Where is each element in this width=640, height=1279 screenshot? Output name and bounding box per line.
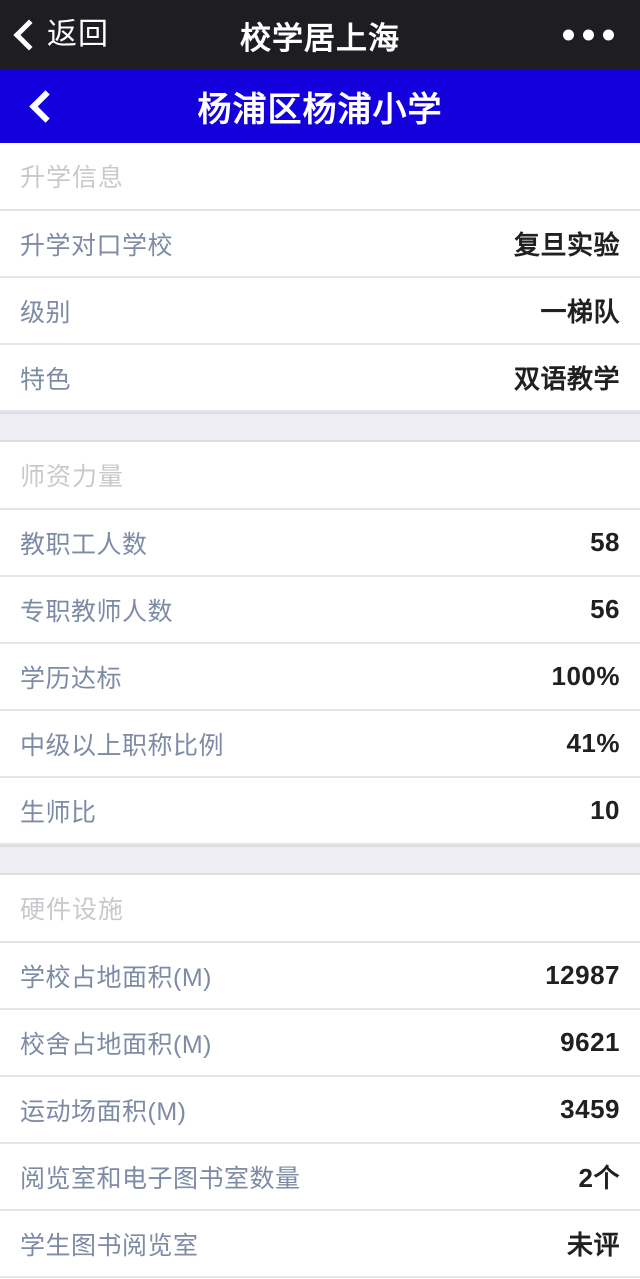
section-header: 硬件设施 [0,875,640,943]
dot-3 [603,29,614,41]
row-label: 级别 [20,298,72,327]
row-label: 升学对口学校 [20,231,174,260]
dot-1 [563,29,574,41]
row-label: 教职工人数 [20,530,148,559]
detail-row[interactable]: 学生图书阅览室 未评 [0,1211,640,1278]
detail-row[interactable]: 专职教师人数 56 [0,577,640,644]
detail-row[interactable]: 教职工人数 58 [0,510,640,577]
row-value: 9621 [560,1027,620,1057]
row-value: 100% [551,661,620,691]
browser-back-label: 返回 [47,18,109,51]
row-label: 学历达标 [20,664,123,693]
browser-back-button[interactable]: 返回 [0,18,109,51]
page-back-button[interactable] [0,70,86,143]
row-value: 2个 [578,1163,620,1193]
section-gap [0,845,640,875]
page-header-bar: 杨浦区杨浦小学 [0,70,640,143]
row-label: 校舍占地面积(M) [20,1030,212,1059]
detail-row[interactable]: 学校占地面积(M) 12987 [0,943,640,1010]
row-label: 中级以上职称比例 [20,731,225,760]
more-dots-icon[interactable] [563,29,614,41]
row-label: 学校占地面积(M) [20,963,212,992]
section-header: 师资力量 [0,442,640,510]
row-value: 56 [590,594,620,624]
detail-row[interactable]: 级别 一梯队 [0,278,640,345]
row-label: 阅览室和电子图书室数量 [20,1164,301,1193]
row-value: 3459 [560,1094,620,1124]
chevron-left-icon [29,90,62,123]
row-value: 双语教学 [513,364,620,394]
row-label: 生师比 [20,798,97,827]
dot-2 [583,29,594,41]
mobile-screen: 返回 校学居上海 杨浦区杨浦小学 升学信息升学对口学校 复旦实验级别 一梯队特色 双语… [0,0,640,1279]
detail-row[interactable]: 生师比 10 [0,778,640,845]
row-value: 未评 [566,1230,620,1260]
row-value: 一梯队 [540,297,620,327]
row-value: 58 [590,527,620,557]
detail-list: 升学信息升学对口学校 复旦实验级别 一梯队特色 双语教学师资力量教职工人数 58 专职教师… [0,143,640,1278]
chevron-left-icon [13,19,45,51]
browser-chrome-bar: 返回 校学居上海 [0,0,640,70]
detail-row[interactable]: 特色 双语教学 [0,345,640,412]
row-label: 专职教师人数 [20,597,174,626]
section-gap [0,412,640,442]
detail-row[interactable]: 校舍占地面积(M) 9621 [0,1010,640,1077]
section-header: 升学信息 [0,143,640,211]
row-label: 学生图书阅览室 [20,1231,199,1260]
detail-row[interactable]: 学历达标 100% [0,644,640,711]
row-value: 复旦实验 [513,230,620,260]
row-value: 12987 [545,960,620,990]
row-label: 运动场面积(M) [20,1097,187,1126]
row-value: 41% [566,728,620,758]
detail-row[interactable]: 阅览室和电子图书室数量 2个 [0,1144,640,1211]
detail-row[interactable]: 运动场面积(M) 3459 [0,1077,640,1144]
row-label: 特色 [20,365,72,394]
detail-row[interactable]: 中级以上职称比例 41% [0,711,640,778]
row-value: 10 [590,795,620,825]
page-title: 杨浦区杨浦小学 [197,91,443,129]
detail-row[interactable]: 升学对口学校 复旦实验 [0,211,640,278]
